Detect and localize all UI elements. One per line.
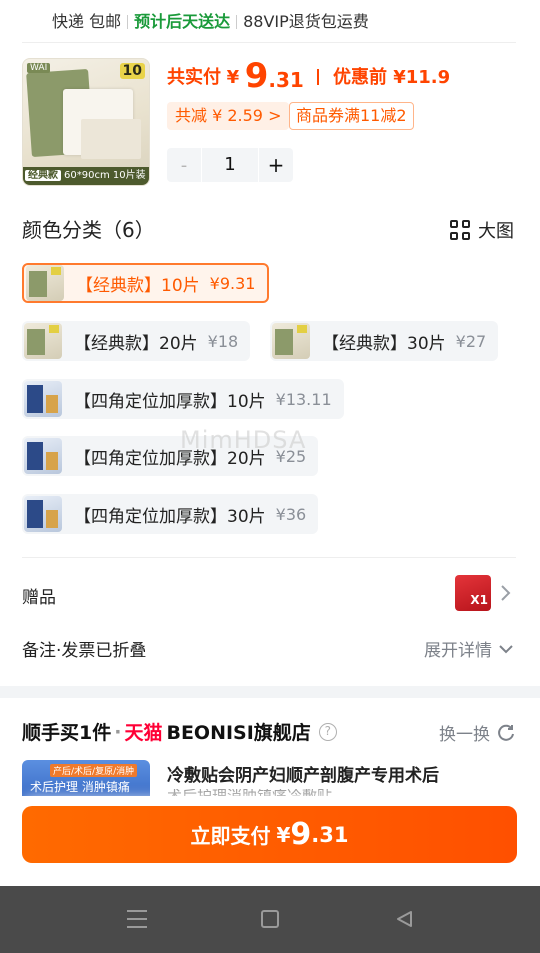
thumb-tag: 产后/术后/复原/消肿 [50, 764, 138, 777]
separator [236, 15, 238, 29]
divider [22, 42, 516, 43]
thumb-caption-text: 60*90cm 10片装 [64, 170, 146, 181]
option-price: ¥27 [455, 331, 487, 351]
expand-details-label: 展开详情 [424, 641, 492, 661]
price-decimal: .31 [268, 68, 304, 92]
recommend-product-subtitle: 术后护理消肿镇痛冷敷贴 [167, 789, 332, 796]
option-name: 【经典款】10片 [76, 275, 200, 296]
divider [22, 557, 516, 558]
eta-text: 预计后天送达 [134, 12, 231, 31]
option-price: ¥18 [207, 331, 239, 351]
total-reduce-tag[interactable]: 共减 ¥ 2.59 > [167, 102, 290, 130]
section-gap [0, 686, 540, 698]
shop-name[interactable]: BEONISI旗舰店 [166, 718, 310, 745]
chevron-right-icon[interactable] [498, 583, 514, 603]
pay-now-label: 立即支付 [190, 824, 271, 848]
color-option[interactable]: 【经典款】20片 ¥18 [22, 321, 251, 361]
color-option[interactable]: 【四角定位加厚款】10片 ¥13.11 [22, 379, 344, 419]
refresh-icon [498, 724, 514, 741]
coupon-tag[interactable]: 商品券满11减2 [289, 102, 414, 130]
decrease-button[interactable]: - [167, 155, 201, 176]
separator: · [114, 720, 122, 743]
back-icon[interactable] [394, 909, 414, 929]
thumb-brand: WAI [27, 63, 51, 73]
question-icon[interactable]: ? [318, 722, 337, 741]
price-integer: 9 [244, 56, 269, 96]
pay-label: 共实付 [167, 67, 221, 88]
gift-label: 赠品 [22, 588, 56, 608]
currency-symbol: ¥ [226, 67, 240, 88]
option-thumbnail [24, 381, 62, 417]
pay-now-button[interactable]: 立即支付 ¥9.31 [22, 806, 517, 863]
option-price: ¥13.11 [275, 389, 332, 409]
option-name: 【四角定位加厚款】10片 [74, 391, 266, 412]
note-invoice-label: 备注·发票已折叠 [22, 641, 147, 661]
color-option[interactable]: 【经典款】10片 ¥9.31 [22, 263, 270, 303]
recommend-title: 顺手买1件 [22, 722, 112, 744]
recommend-thumbnail[interactable]: 产后/术后/复原/消肿 术后护理 消肿镇痛 [22, 760, 150, 796]
home-icon[interactable] [261, 910, 279, 928]
package-graphic [81, 119, 141, 159]
swap-button[interactable]: 换一换 [439, 720, 516, 745]
original-price: 优惠前 ¥11.9 [332, 67, 451, 88]
option-name: 【四角定位加厚款】30片 [74, 506, 266, 527]
option-name: 【经典款】30片 [322, 333, 446, 354]
platform-label: 天猫 [124, 722, 163, 744]
watermark: MimHDSA [180, 426, 307, 454]
color-option[interactable]: 【经典款】30片 ¥27 [270, 321, 499, 361]
thumb-text: 术后护理 消肿镇痛 [30, 780, 130, 794]
quantity-stepper: - 1 + [167, 148, 293, 182]
option-thumbnail [26, 265, 64, 301]
option-name: 【经典款】20片 [74, 333, 198, 354]
separator [317, 69, 320, 85]
product-thumbnail[interactable]: WAI 10 经典款 60*90cm 10片装 [22, 58, 150, 186]
big-view-button[interactable]: 大图 [450, 217, 514, 243]
swap-label: 换一换 [439, 725, 490, 745]
grid-icon [450, 220, 470, 240]
expand-details-button[interactable]: 展开详情 [424, 636, 514, 661]
shipping-text: 快递 包邮 [52, 12, 122, 31]
thumb-caption: 经典款 60*90cm 10片装 [23, 167, 149, 185]
menu-icon[interactable] [127, 910, 147, 928]
pay-amount-decimal: .31 [311, 822, 349, 847]
option-thumbnail [24, 496, 62, 532]
option-thumbnail [272, 323, 310, 359]
thumb-caption-tag: 经典款 [25, 170, 61, 181]
quantity-input[interactable]: 1 [201, 148, 259, 182]
pay-amount-integer: 9 [290, 817, 312, 852]
recommend-header: 顺手买1件 · 天猫 BEONISI旗舰店 ? [22, 718, 337, 745]
color-section-title: 颜色分类（6） [22, 218, 155, 242]
option-thumbnail [24, 323, 62, 359]
currency-symbol: ¥ [276, 822, 291, 847]
price-line: 共实付 ¥ 9.31 优惠前 ¥11.9 [167, 56, 450, 100]
delivery-info: 快递 包邮 预计后天送达 88VIP退货包运费 [52, 8, 369, 32]
gift-thumbnail[interactable]: X1 [455, 575, 491, 611]
color-option[interactable]: 【四角定位加厚款】30片 ¥36 [22, 494, 319, 534]
separator [127, 15, 129, 29]
thumb-count: 10 [119, 63, 145, 79]
recommend-product-name[interactable]: 冷敷贴会阴产妇顺产剖腹产专用术后 [167, 761, 439, 786]
option-price: ¥9.31 [209, 273, 256, 293]
big-view-label: 大图 [478, 221, 514, 242]
increase-button[interactable]: + [259, 153, 293, 177]
chevron-down-icon [499, 644, 513, 653]
option-thumbnail [24, 438, 62, 474]
vip-return-text: 88VIP退货包运费 [243, 12, 369, 31]
option-price: ¥36 [275, 504, 307, 524]
